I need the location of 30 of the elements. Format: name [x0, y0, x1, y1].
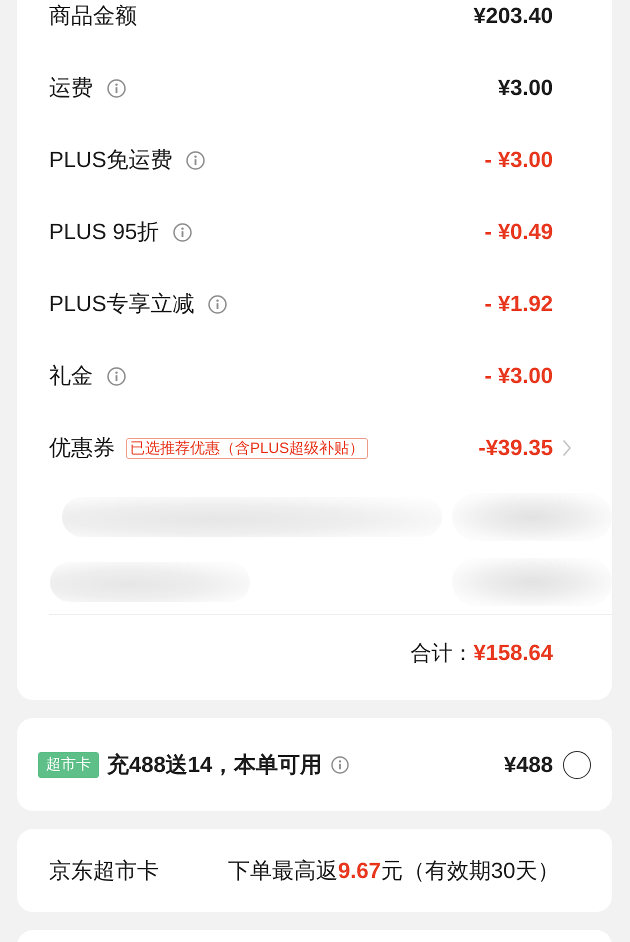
- total-label: 合计：: [410, 641, 474, 667]
- info-icon[interactable]: [331, 756, 350, 774]
- info-icon[interactable]: [186, 150, 206, 170]
- supermarket-badge: 超市卡: [38, 752, 99, 778]
- price-text: ¥488: [504, 752, 553, 778]
- chevron-icon[interactable]: [563, 440, 571, 456]
- amount-value: - ¥0.49: [484, 219, 553, 245]
- row-label: 商品金额: [49, 2, 137, 30]
- amount-value: -¥39.35: [478, 435, 553, 461]
- row-label: PLUS专享立减: [49, 290, 194, 318]
- amount-value: - ¥1.92: [484, 291, 553, 317]
- radio-button[interactable]: [563, 750, 591, 778]
- row-label: 运费: [49, 74, 93, 102]
- row-label: PLUS 95折: [49, 218, 160, 246]
- rebate-text: 下单最高返9.67元（有效期30天）: [228, 856, 560, 884]
- info-icon[interactable]: [107, 366, 126, 386]
- info-icon[interactable]: [173, 222, 192, 242]
- amount-value: - ¥3.00: [484, 363, 553, 389]
- row-label: 优惠券: [49, 434, 115, 462]
- info-icon[interactable]: [208, 294, 228, 314]
- row-label: 礼金: [49, 362, 93, 390]
- info-icon[interactable]: [107, 78, 126, 98]
- coupon-tag: 已选推荐优惠（含PLUS超级补贴）: [126, 438, 368, 458]
- total-value: ¥158.64: [473, 640, 553, 666]
- offer-text: 充488送14，本单可用: [107, 750, 322, 778]
- card-label: 京东超市卡: [49, 856, 160, 884]
- amount-value: - ¥3.00: [484, 147, 553, 173]
- row-label: PLUS免运费: [49, 146, 172, 174]
- amount-value: ¥203.40: [473, 3, 553, 29]
- amount-value: ¥3.00: [498, 75, 553, 101]
